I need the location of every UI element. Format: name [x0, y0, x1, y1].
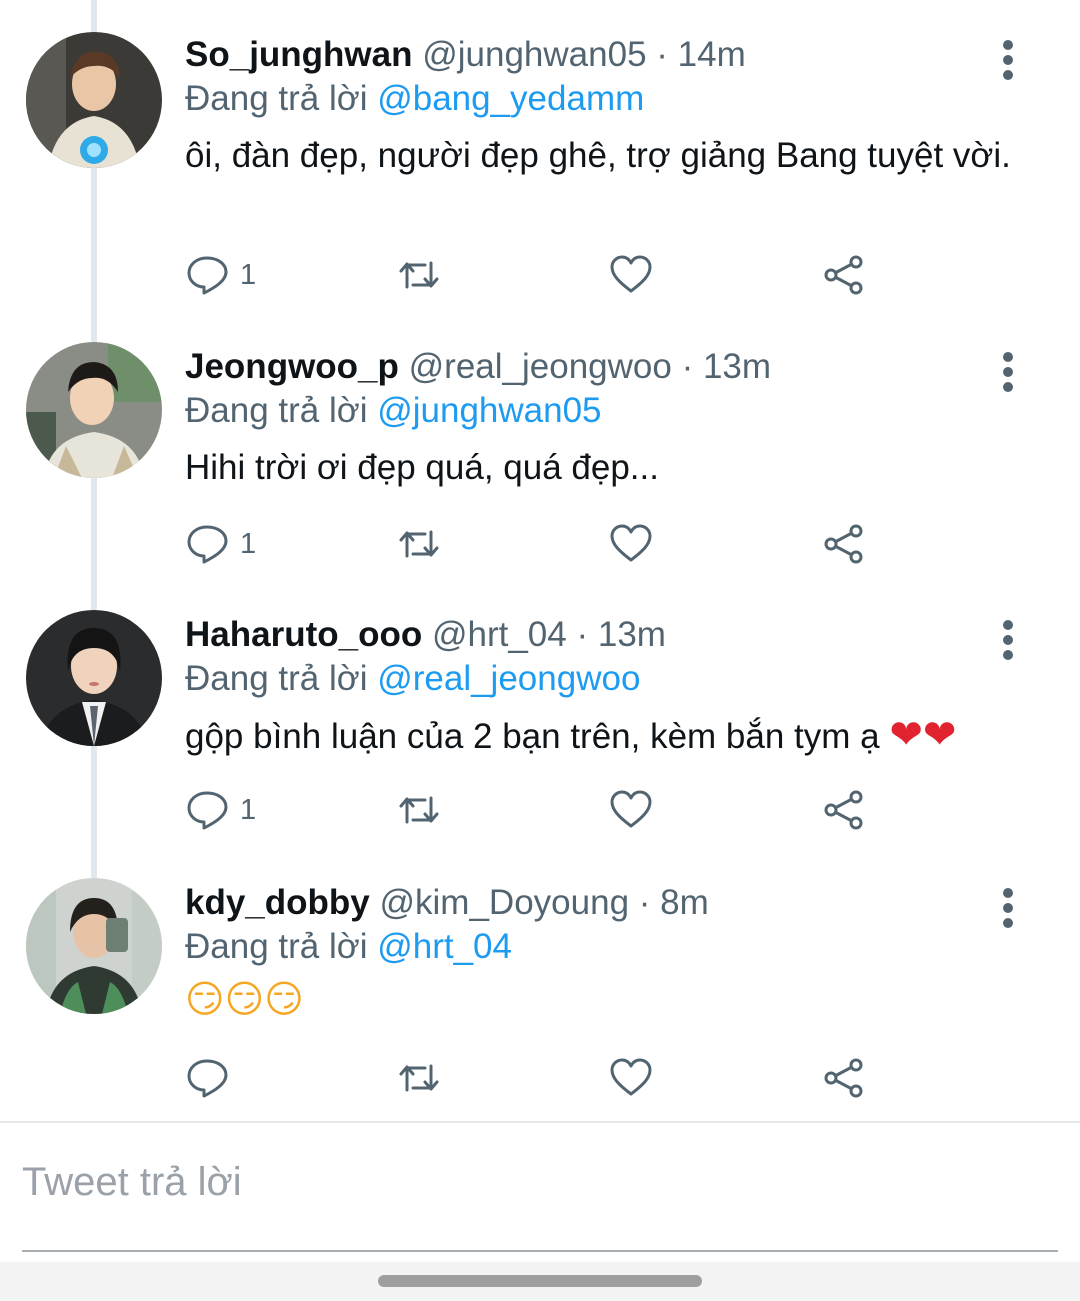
reply-button[interactable]: [186, 1048, 240, 1108]
input-underline: [22, 1250, 1058, 1252]
like-button[interactable]: [609, 514, 653, 574]
separator-dot: ·: [638, 883, 651, 922]
like-button[interactable]: [609, 245, 653, 305]
mention-link[interactable]: @junghwan05: [377, 391, 601, 430]
reply-button[interactable]: 1: [186, 245, 256, 305]
replying-to: Đang trả lời @real_jeongwoo: [185, 656, 640, 702]
reply-icon: [187, 1059, 228, 1098]
reply-icon: [187, 791, 228, 830]
mention-link[interactable]: @real_jeongwoo: [377, 659, 640, 698]
replying-to-label: Đang trả lời: [185, 927, 368, 966]
retweet-button[interactable]: [397, 514, 441, 574]
avatar[interactable]: [26, 32, 162, 168]
replying-to-label: Đang trả lời: [185, 659, 368, 698]
reply-input[interactable]: Tweet trả lời: [22, 1160, 242, 1205]
display-name[interactable]: Haharuto_ooo: [185, 615, 422, 654]
avatar[interactable]: [26, 878, 162, 1014]
tweet-actions: [0, 1048, 1080, 1108]
tweet-header: So_junghwan @junghwan05 · 14m: [185, 30, 746, 80]
reply-count: 1: [240, 793, 257, 826]
replying-to-label: Đang trả lời: [185, 79, 368, 118]
divider: [0, 1121, 1080, 1123]
more-vertical-icon[interactable]: [994, 620, 1024, 660]
tweet[interactable]: Haharuto_ooo @hrt_04 · 13m Đang trả lời …: [0, 610, 1080, 860]
more-vertical-icon[interactable]: [994, 40, 1024, 80]
retweet-icon: [399, 1064, 439, 1092]
timestamp[interactable]: 14m: [678, 35, 746, 74]
like-button[interactable]: [609, 780, 653, 840]
user-handle[interactable]: @hrt_04: [432, 615, 567, 654]
display-name[interactable]: kdy_dobby: [185, 883, 370, 922]
replying-to: Đang trả lời @junghwan05: [185, 388, 602, 434]
share-button[interactable]: [822, 514, 866, 574]
avatar[interactable]: [26, 342, 162, 478]
tweet-text: ôi, đàn đẹp, người đẹp ghê, trợ giảng Ba…: [185, 136, 1011, 175]
timestamp[interactable]: 8m: [660, 883, 709, 922]
tweet-header: Haharuto_ooo @hrt_04 · 13m: [185, 610, 666, 660]
separator-dot: ·: [576, 615, 589, 654]
separator-dot: ·: [681, 347, 694, 386]
share-icon: [824, 790, 863, 830]
retweet-button[interactable]: [397, 1048, 441, 1108]
tweet-actions: 1: [0, 780, 1080, 840]
like-icon: [610, 1058, 652, 1096]
tweet[interactable]: kdy_dobby @kim_Doyoung · 8m Đang trả lời…: [0, 878, 1080, 1118]
timestamp[interactable]: 13m: [703, 347, 771, 386]
share-button[interactable]: [822, 780, 866, 840]
share-icon: [824, 1058, 863, 1098]
separator-dot: ·: [656, 35, 668, 74]
share-button[interactable]: [822, 245, 866, 305]
display-name[interactable]: So_junghwan: [185, 35, 413, 74]
replying-to-label: Đang trả lời: [185, 391, 368, 430]
tweet[interactable]: Jeongwoo_p @real_jeongwoo · 13m Đang trả…: [0, 342, 1080, 592]
mention-link[interactable]: @hrt_04: [377, 927, 512, 966]
retweet-button[interactable]: [397, 780, 441, 840]
reply-icon: [187, 256, 228, 295]
user-handle[interactable]: @kim_Doyoung: [380, 883, 630, 922]
tweet-actions: 1: [0, 245, 1080, 305]
share-button[interactable]: [822, 1048, 866, 1108]
retweet-button[interactable]: [397, 245, 441, 305]
mention-link[interactable]: @bang_yedamm: [377, 79, 644, 118]
tweet-text: Hihi trời ơi đẹp quá, quá đẹp...: [185, 448, 659, 487]
heart-emoji: ❤❤: [889, 712, 957, 758]
smirk-emoji: 😏😏😏: [185, 977, 304, 1021]
replying-to: Đang trả lời @hrt_04: [185, 924, 512, 970]
gesture-handle[interactable]: [378, 1275, 702, 1287]
share-icon: [824, 524, 863, 564]
like-icon: [610, 255, 652, 293]
tweet-text-body: gộp bình luận của 2 bạn trên, kèm bắn ty…: [185, 717, 880, 756]
more-vertical-icon[interactable]: [994, 352, 1024, 392]
replying-to: Đang trả lời @bang_yedamm: [185, 76, 644, 122]
tweet[interactable]: So_junghwan @junghwan05 · 14m Đang trả l…: [0, 30, 1080, 320]
reply-button[interactable]: 1: [186, 514, 256, 574]
retweet-icon: [399, 796, 439, 824]
reply-count: 1: [240, 258, 257, 291]
tweet-header: kdy_dobby @kim_Doyoung · 8m: [185, 878, 709, 928]
more-vertical-icon[interactable]: [994, 888, 1024, 928]
tweet-actions: 1: [0, 514, 1080, 574]
timestamp[interactable]: 13m: [598, 615, 666, 654]
tweet-text: 😏😏😏: [185, 978, 1015, 1022]
display-name[interactable]: Jeongwoo_p: [185, 347, 399, 386]
share-icon: [824, 255, 863, 295]
retweet-icon: [399, 530, 439, 558]
like-button[interactable]: [609, 1048, 653, 1108]
user-handle[interactable]: @real_jeongwoo: [409, 347, 672, 386]
reply-icon: [187, 525, 228, 564]
retweet-icon: [399, 261, 439, 289]
avatar[interactable]: [26, 610, 162, 746]
reply-count: 1: [240, 527, 257, 560]
like-icon: [610, 524, 652, 562]
like-icon: [610, 790, 652, 828]
user-handle[interactable]: @junghwan05: [422, 35, 646, 74]
reply-button[interactable]: 1: [186, 780, 256, 840]
tweet-text: gộp bình luận của 2 bạn trên, kèm bắn ty…: [185, 714, 1015, 758]
tweet-header: Jeongwoo_p @real_jeongwoo · 13m: [185, 342, 771, 392]
